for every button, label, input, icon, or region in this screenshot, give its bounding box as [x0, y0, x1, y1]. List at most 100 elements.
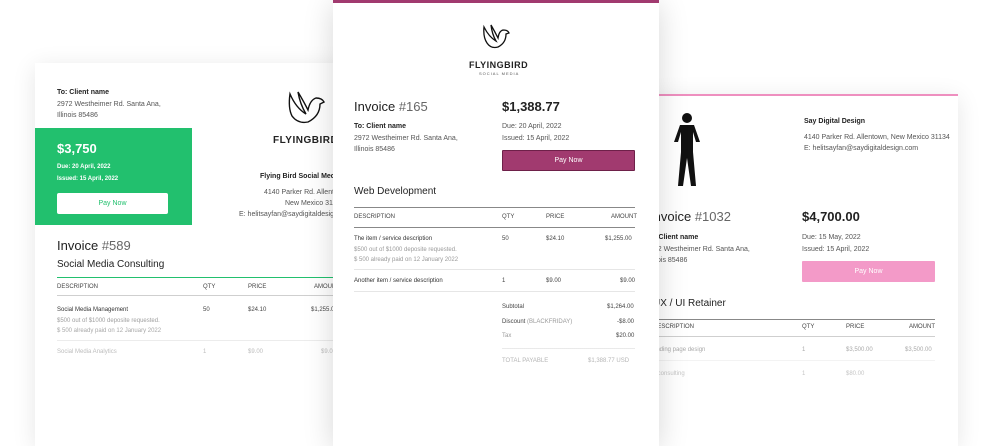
issued-date: Issued: 15 April, 2022 [57, 176, 119, 182]
row1-note2: $ 500 already paid on 12 January 2022 [354, 257, 459, 263]
client-address-line2: Illinois 85486 [57, 112, 98, 119]
row1-amount: $1,255.00 [605, 236, 632, 242]
fade-overlay [333, 336, 659, 446]
row1-note2: $ 500 already paid on 12 January 2022 [57, 328, 162, 334]
company-address: 4140 Parker Rd. Allentown, New Mexico 31… [804, 134, 950, 141]
row-rule [354, 269, 635, 270]
amount-due: $1,388.77 [502, 99, 560, 114]
row2-description: Social Media Analytics [57, 349, 117, 355]
row2-qty: 1 [802, 371, 806, 377]
project-name: UX / UI Retainer [653, 298, 726, 309]
invoice-title: Invoice #165 [354, 99, 428, 114]
total-label: TOTAL PAYABLE [502, 358, 549, 364]
table-top-rule [57, 277, 350, 278]
issued-date: Issued: 15 April, 2022 [502, 135, 570, 142]
row1-price: $3,500.00 [846, 347, 873, 353]
row2-amount: $9.00 [620, 278, 636, 284]
row-rule [57, 340, 350, 341]
project-name: Web Development [354, 186, 437, 197]
client-address-line2: Illinois 85486 [354, 146, 395, 153]
client-address-line1: 972 Westheimer Rd. Santa Ana, [650, 246, 750, 253]
subtotal-value: $1,264.00 [607, 304, 634, 310]
client-address-line1: 2972 Westheimer Rd. Santa Ana, [57, 101, 161, 108]
row1-amount: $1,255.0 [311, 307, 335, 313]
amount-due: $4,700.00 [802, 209, 860, 224]
pay-now-button[interactable]: Pay Now [802, 261, 935, 282]
fade-overlay [35, 316, 350, 446]
row2-price: $9.00 [248, 349, 264, 355]
due-date: Due: 20 April, 2022 [57, 164, 111, 170]
total-rule [502, 348, 635, 349]
row-rule-2 [354, 291, 635, 292]
table-top-rule [354, 207, 635, 208]
flying-bird-logo-icon [483, 24, 510, 49]
company-name: Say Digital Design [804, 118, 866, 125]
header-rule [354, 227, 635, 228]
header-rule [650, 336, 935, 337]
client-label: To: Client name [57, 89, 109, 96]
row1-description: The item / service description [354, 236, 433, 242]
pay-now-button[interactable]: Pay Now [57, 193, 168, 214]
tax-label: Tax [502, 333, 512, 339]
brand-name: FLYINGBIRD [469, 60, 529, 70]
row1-amount: $3,500.00 [905, 347, 932, 353]
company-email: E: helitsayfan@saydigitaldesign.co [239, 211, 348, 218]
row2-description: Another item / service description [354, 278, 443, 284]
amount-panel: $3,750 Due: 20 April, 2022 Issued: 15 Ap… [35, 128, 192, 225]
row2-qty: 1 [502, 278, 506, 284]
col-price: PRICE [546, 214, 565, 220]
due-date: Due: 15 May, 2022 [802, 234, 861, 241]
issued-date: Issued: 15 April, 2022 [802, 246, 870, 253]
row1-qty: 1 [802, 347, 806, 353]
person-figure-icon [674, 113, 700, 186]
client-address-line1: 2972 Westheimer Rd. Santa Ana, [354, 135, 458, 142]
col-description: DESCRIPTION [57, 284, 99, 290]
company-address-line2: New Mexico 311 [285, 200, 337, 207]
row1-description: Social Media Management [57, 307, 129, 313]
brand-tagline: SOCIAL MEDIA [479, 71, 520, 76]
col-qty: QTY [203, 284, 216, 290]
header-rule [57, 295, 350, 296]
amount-due: $3,750 [57, 141, 97, 156]
row1-qty: 50 [203, 307, 210, 313]
row2-qty: 1 [203, 349, 207, 355]
row2-amount: $9.0 [321, 349, 333, 355]
row1-note1: $500 out of $1000 deposite requested. [57, 318, 160, 324]
subtotal-label: Subtotal [502, 304, 525, 310]
brand-name: FLYINGBIRD [273, 135, 339, 146]
invoice-card-center: FLYINGBIRD SOCIAL MEDIA Invoice #165 $1,… [333, 0, 659, 446]
project-name: Social Media Consulting [57, 259, 165, 270]
col-description: DESCRIPTION [354, 214, 396, 220]
total-value: $1,388.77 USD [588, 358, 630, 364]
invoice-card-right: Say Digital Design 4140 Parker Rd. Allen… [650, 94, 958, 446]
discount-value: -$8.00 [617, 319, 635, 325]
row1-price: $24.10 [248, 307, 267, 313]
invoice-card-left: To: Client name 2972 Westheimer Rd. Sant… [35, 63, 350, 446]
col-qty: QTY [502, 214, 515, 220]
discount-label: Discount (BLACKFRIDAY) [502, 319, 573, 325]
row2-price: $80.00 [846, 371, 865, 377]
row1-qty: 50 [502, 236, 509, 242]
col-price: PRICE [248, 284, 267, 290]
col-description: DESCRIPTION [653, 324, 695, 330]
row1-note1: $500 out of $1000 deposite requested. [354, 247, 457, 253]
col-qty: QTY [802, 324, 815, 330]
pay-now-button[interactable]: Pay Now [502, 150, 635, 171]
row1-price: $24.10 [546, 236, 565, 242]
row2-price: $9.00 [546, 278, 562, 284]
table-top-rule [650, 319, 935, 320]
tax-value: $20.00 [616, 333, 635, 339]
row-rule [650, 360, 935, 361]
company-email: E: helitsayfan@saydigitaldesign.com [804, 145, 919, 152]
invoice-title: Invoice #589 [57, 238, 131, 253]
company-name: Flying Bird Social Med [260, 173, 336, 180]
client-label: To: Client name [354, 123, 406, 130]
company-address-line1: 4140 Parker Rd. Allentow [264, 189, 343, 196]
due-date: Due: 20 April, 2022 [502, 123, 562, 130]
col-price: PRICE [846, 324, 865, 330]
col-amount: AMOUNT [611, 214, 637, 220]
invoice-title: Invoice #1032 [650, 209, 731, 224]
col-amount: AMOUNT [909, 324, 935, 330]
flying-bird-logo-icon [288, 91, 325, 124]
row1-description: anding page design [653, 347, 706, 353]
